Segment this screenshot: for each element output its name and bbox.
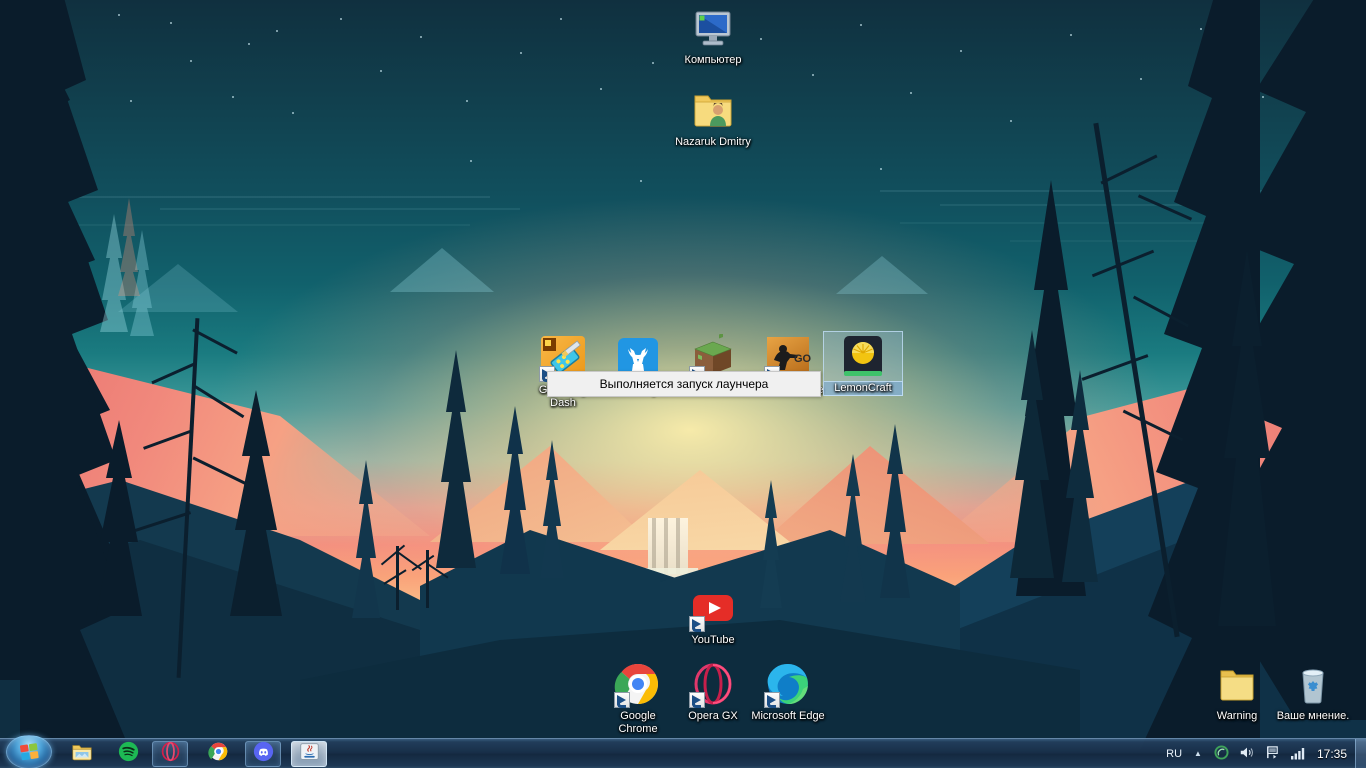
discord-icon bbox=[253, 741, 274, 767]
spotify-icon bbox=[118, 741, 139, 767]
system-tray[interactable]: RU ▲ bbox=[1161, 739, 1366, 768]
taskbar-item-opera[interactable] bbox=[152, 741, 188, 767]
taskbar-item-file-explorer[interactable] bbox=[64, 741, 100, 767]
windows-logo-icon bbox=[6, 735, 52, 768]
youtube-icon bbox=[689, 584, 737, 632]
desktop-icon-label: Nazaruk Dmitry bbox=[674, 136, 752, 149]
tray-language-indicator[interactable]: RU bbox=[1161, 739, 1187, 768]
start-button[interactable] bbox=[2, 734, 56, 768]
opera-icon bbox=[160, 741, 181, 767]
edge-icon bbox=[764, 660, 812, 708]
desktop-icon-warning-folder[interactable]: Warning bbox=[1198, 660, 1276, 723]
java-icon bbox=[299, 741, 320, 767]
shortcut-overlay-icon bbox=[614, 692, 630, 708]
desktop-icon-recycle-bin[interactable]: Ваше мнение. bbox=[1274, 660, 1352, 723]
signal-bars-icon bbox=[1290, 746, 1306, 763]
chevron-up-icon: ▲ bbox=[1194, 750, 1202, 758]
desktop-icon-google-chrome[interactable]: Google Chrome bbox=[599, 660, 677, 736]
lemoncraft-icon bbox=[839, 332, 887, 380]
shortcut-overlay-icon bbox=[689, 616, 705, 632]
folder-icon bbox=[1213, 660, 1261, 708]
opera-gx-icon bbox=[689, 660, 737, 708]
desktop-icon-opera-gx[interactable]: Opera GX bbox=[674, 660, 752, 723]
tray-icon-nvidia[interactable] bbox=[1209, 739, 1234, 768]
wallpaper-shrubs bbox=[300, 520, 520, 640]
shortcut-overlay-icon bbox=[689, 692, 705, 708]
desktop-icon-computer[interactable]: Компьютер bbox=[674, 4, 752, 67]
desktop-icon-user-folder[interactable]: Nazaruk Dmitry bbox=[674, 86, 752, 149]
desktop[interactable]: Компьютер Nazaruk Dmitry bbox=[0, 0, 1366, 768]
desktop-icon-label: Ваше мнение. bbox=[1274, 710, 1352, 723]
desktop-icon-label: YouTube bbox=[674, 634, 752, 647]
taskbar-item-discord[interactable] bbox=[245, 741, 281, 767]
desktop-icon-label: Компьютер bbox=[674, 54, 752, 67]
show-desktop-button[interactable] bbox=[1355, 739, 1366, 768]
folder-explorer-icon bbox=[71, 741, 93, 768]
taskbar-item-chrome[interactable] bbox=[200, 741, 236, 767]
desktop-icon-label: Opera GX bbox=[674, 710, 752, 723]
computer-monitor-icon bbox=[689, 4, 737, 52]
chrome-icon bbox=[614, 660, 662, 708]
green-circle-icon bbox=[1214, 745, 1229, 763]
speaker-icon bbox=[1239, 745, 1255, 763]
desktop-icon-label: Google Chrome bbox=[599, 710, 677, 736]
taskbar-item-spotify[interactable] bbox=[110, 741, 146, 767]
tray-icon-action-center[interactable] bbox=[1260, 739, 1285, 768]
desktop-icon-label: LemonCraft bbox=[824, 382, 902, 395]
taskbar[interactable]: RU ▲ bbox=[0, 738, 1366, 768]
desktop-icon-lemoncraft[interactable]: LemonCraft bbox=[824, 332, 902, 395]
tray-icon-volume[interactable] bbox=[1234, 739, 1260, 768]
flag-icon bbox=[1265, 745, 1280, 763]
tray-show-hidden-icons-button[interactable]: ▲ bbox=[1187, 739, 1209, 768]
desktop-icon-youtube[interactable]: YouTube bbox=[674, 584, 752, 647]
launcher-starting-tooltip: Выполняется запуск лаунчера bbox=[547, 371, 821, 397]
desktop-icon-microsoft-edge[interactable]: Microsoft Edge bbox=[749, 660, 827, 723]
taskbar-clock[interactable]: 17:35 bbox=[1311, 747, 1355, 761]
tooltip-text: Выполняется запуск лаунчера bbox=[600, 377, 769, 391]
user-folder-icon bbox=[689, 86, 737, 134]
recycle-bin-icon bbox=[1289, 660, 1337, 708]
svg-text:GO: GO bbox=[794, 353, 812, 365]
tray-icon-network[interactable] bbox=[1285, 739, 1311, 768]
shortcut-overlay-icon bbox=[764, 692, 780, 708]
desktop-icon-label: Warning bbox=[1198, 710, 1276, 723]
desktop-icon-label: Microsoft Edge bbox=[749, 710, 827, 723]
chrome-icon bbox=[208, 741, 229, 767]
taskbar-item-java-launcher[interactable] bbox=[291, 741, 327, 767]
